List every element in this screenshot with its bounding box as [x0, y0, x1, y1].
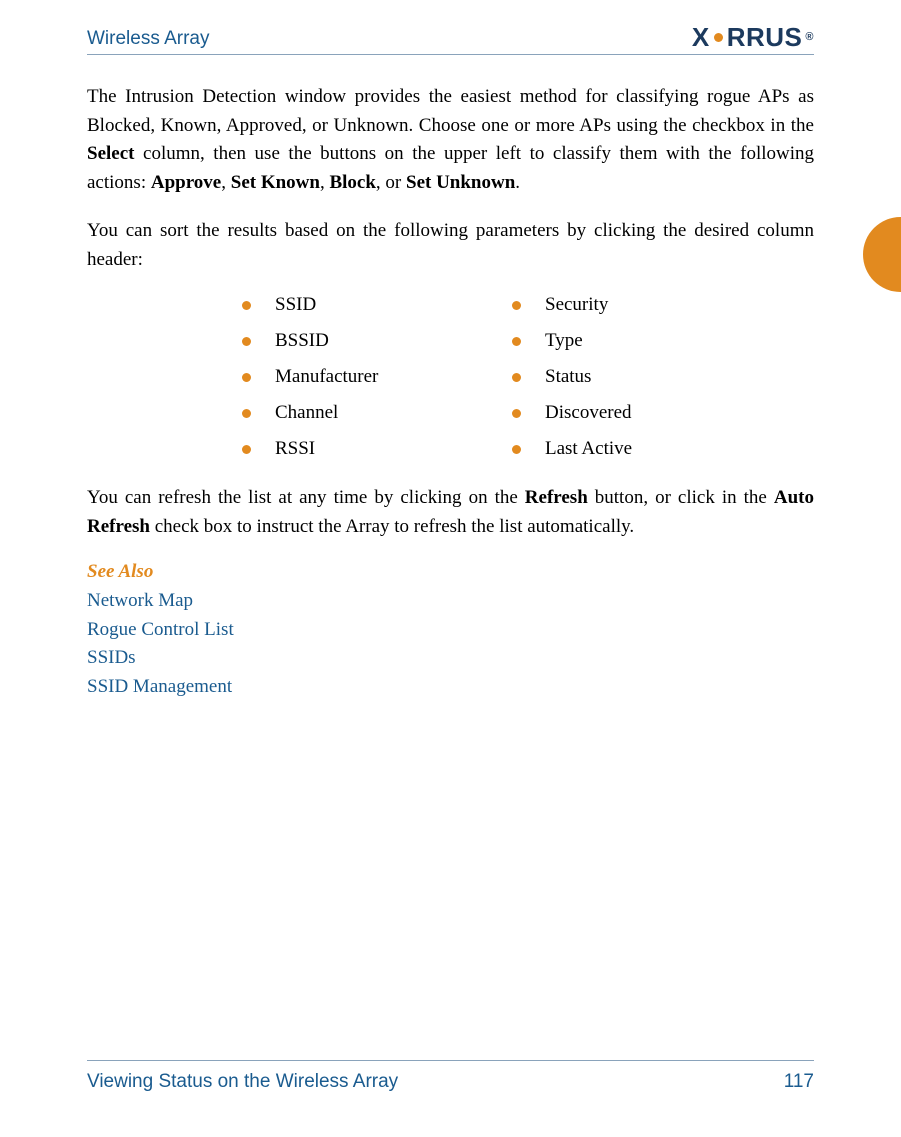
bullet-label: BSSID [275, 330, 329, 352]
bullet-label: Discovered [545, 402, 632, 424]
bullet-item: Type [512, 330, 772, 352]
text-run: , [221, 172, 231, 193]
bullet-item: Security [512, 294, 772, 316]
bullet-icon [242, 301, 251, 310]
text-bold: Refresh [525, 487, 588, 508]
text-run: button, or click in the [588, 487, 774, 508]
footer-title: Viewing Status on the Wireless Array [87, 1071, 398, 1093]
bullet-label: Type [545, 330, 583, 352]
page-header: Wireless Array X RRUS ® [87, 24, 814, 55]
text-run: . [515, 172, 520, 193]
bullet-label: Manufacturer [275, 366, 378, 388]
see-also-link[interactable]: Rogue Control List [87, 616, 814, 645]
bullet-row: Channel Discovered [242, 402, 814, 424]
page-footer: Viewing Status on the Wireless Array 117 [87, 1060, 814, 1093]
text-run: check box to instruct the Array to refre… [150, 516, 634, 537]
bullet-label: RSSI [275, 438, 315, 460]
bullet-item: Discovered [512, 402, 772, 424]
bullet-item: RSSI [242, 438, 512, 460]
bullet-icon [242, 445, 251, 454]
paragraph-sort: You can sort the results based on the fo… [87, 217, 814, 274]
text-run: You can refresh the list at any time by … [87, 487, 525, 508]
text-bold: Approve [151, 172, 221, 193]
bullet-label: Channel [275, 402, 338, 424]
text-bold: Set Known [231, 172, 320, 193]
bullet-icon [512, 409, 521, 418]
parameter-bullet-list: SSID Security BSSID Type Manufacturer St… [242, 294, 814, 460]
brand-logo-text-right: RRUS [727, 24, 803, 50]
bullet-label: Status [545, 366, 591, 388]
bullet-item: Last Active [512, 438, 772, 460]
brand-logo-registered: ® [805, 32, 814, 43]
bullet-label: Last Active [545, 438, 632, 460]
see-also-link[interactable]: SSID Management [87, 673, 814, 702]
bullet-icon [512, 301, 521, 310]
bullet-label: SSID [275, 294, 316, 316]
see-also-link[interactable]: SSIDs [87, 644, 814, 673]
text-bold: Select [87, 143, 134, 164]
header-title: Wireless Array [87, 28, 209, 50]
see-also-link[interactable]: Network Map [87, 587, 814, 616]
bullet-icon [512, 373, 521, 382]
see-also-heading: See Also [87, 561, 814, 583]
bullet-item: SSID [242, 294, 512, 316]
brand-logo-dot-icon [714, 33, 723, 42]
bullet-icon [512, 337, 521, 346]
bullet-icon [512, 445, 521, 454]
footer-page-number: 117 [784, 1071, 814, 1093]
bullet-item: Status [512, 366, 772, 388]
text-bold: Block [329, 172, 375, 193]
bullet-label: Security [545, 294, 608, 316]
brand-logo: X RRUS ® [692, 24, 814, 50]
bullet-item: Manufacturer [242, 366, 512, 388]
bullet-icon [242, 373, 251, 382]
paragraph-intro: The Intrusion Detection window provides … [87, 83, 814, 197]
text-run: The Intrusion Detection window provides … [87, 86, 814, 136]
bullet-item: BSSID [242, 330, 512, 352]
bullet-icon [242, 409, 251, 418]
text-bold: Set Unknown [406, 172, 515, 193]
paragraph-refresh: You can refresh the list at any time by … [87, 484, 814, 541]
bullet-icon [242, 337, 251, 346]
bullet-row: Manufacturer Status [242, 366, 814, 388]
page-content: Wireless Array X RRUS ® The Intrusion De… [0, 0, 901, 1137]
bullet-row: SSID Security [242, 294, 814, 316]
bullet-row: BSSID Type [242, 330, 814, 352]
text-run: , or [376, 172, 406, 193]
bullet-row: RSSI Last Active [242, 438, 814, 460]
bullet-item: Channel [242, 402, 512, 424]
brand-logo-text-left: X [692, 24, 710, 50]
